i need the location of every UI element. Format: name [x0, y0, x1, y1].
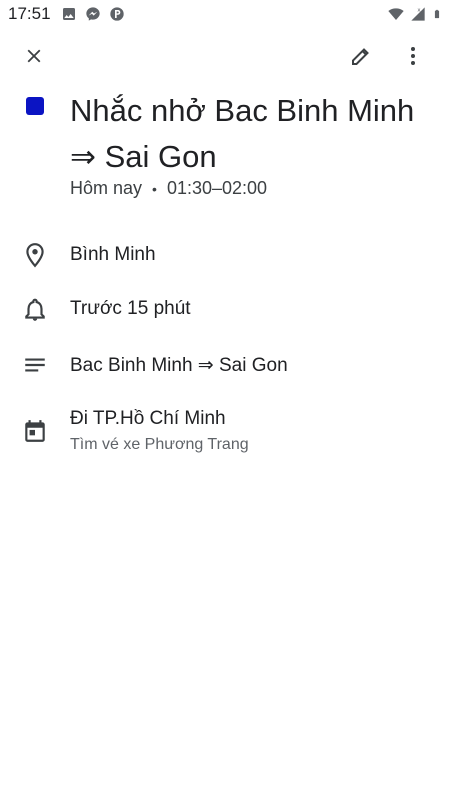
signal-icon: x — [411, 7, 425, 21]
description-text: Bac Binh Minh ⇒ Sai Gon — [70, 355, 288, 376]
event-title: Nhắc nhở Bac Binh Minh ⇒ Sai Gon — [70, 93, 415, 174]
edit-button[interactable] — [339, 34, 383, 78]
event-date: Hôm nay — [70, 178, 143, 198]
close-button[interactable] — [12, 34, 56, 78]
notes-icon — [25, 358, 45, 372]
notification-icons — [61, 6, 125, 22]
status-time: 17:51 — [8, 4, 51, 23]
p-app-icon — [109, 7, 124, 21]
separator-dot: • — [152, 180, 157, 197]
battery-icon — [434, 9, 440, 19]
status-bar: 17:51 x — [0, 0, 450, 28]
event-time-range: 01:30–02:00 — [166, 178, 268, 198]
location-pin-icon — [26, 243, 44, 268]
calendar-icon — [25, 420, 45, 442]
calendar-name: Đi TP.Hồ Chí Minh — [70, 408, 226, 429]
image-icon — [62, 8, 75, 20]
status-left: 17:51 — [8, 4, 125, 24]
more-options-button[interactable] — [391, 34, 435, 78]
close-icon — [27, 49, 41, 63]
toolbar — [0, 34, 450, 78]
calendar-subtitle: Tìm vé xe Phương Trang — [70, 436, 249, 453]
svg-text:x: x — [417, 7, 420, 13]
event-color-swatch — [26, 97, 44, 115]
location-text: Bình Minh — [70, 244, 156, 265]
calendar-info: Đi TP.Hồ Chí Minh Tìm vé xe Phương Trang — [70, 408, 249, 454]
pencil-icon — [352, 48, 369, 65]
status-right: x — [388, 6, 442, 22]
reminder-text: Trước 15 phút — [70, 298, 191, 319]
event-datetime: Hôm nay • 01:30–02:00 — [70, 178, 267, 199]
wifi-icon — [388, 8, 404, 20]
more-vert-icon — [411, 47, 415, 65]
bell-icon — [25, 298, 45, 321]
messenger-icon — [85, 7, 100, 21]
